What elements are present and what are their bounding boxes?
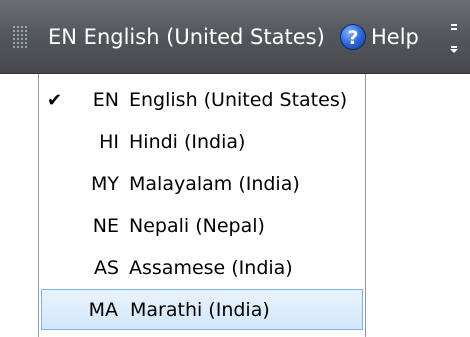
- language-code: MY: [91, 173, 119, 195]
- language-code: EN: [92, 89, 119, 111]
- language-menu-item-ne[interactable]: NE Nepali (Nepal): [41, 206, 363, 247]
- language-name: Malayalam (India): [129, 173, 300, 195]
- language-menu-item-as[interactable]: AS Assamese (India): [41, 248, 363, 289]
- language-name: English (United States): [129, 89, 348, 111]
- language-code: HI: [99, 131, 119, 153]
- help-label: Help: [371, 25, 419, 49]
- current-language-code: EN: [48, 25, 77, 49]
- options-chevron-icon[interactable]: [444, 18, 464, 56]
- current-language-name: English (United States): [83, 25, 325, 49]
- language-name: Marathi (India): [130, 299, 270, 321]
- language-code: NE: [92, 215, 119, 237]
- language-code: AS: [93, 257, 119, 279]
- help-button[interactable]: ? Help: [340, 20, 419, 54]
- current-language-button[interactable]: EN English (United States): [40, 20, 333, 54]
- language-menu-item-my[interactable]: MY Malayalam (India): [41, 164, 363, 205]
- language-menu-item-hi[interactable]: HI Hindi (India): [41, 122, 363, 163]
- language-name: Nepali (Nepal): [129, 215, 265, 237]
- language-menu-item-en[interactable]: ✔ EN English (United States): [41, 80, 363, 121]
- language-name: Hindi (India): [129, 131, 246, 153]
- language-menu: ✔ EN English (United States) HI Hindi (I…: [38, 74, 366, 337]
- grip-dots-icon[interactable]: [12, 25, 28, 49]
- checkmark-icon: ✔: [47, 90, 63, 111]
- help-question-icon: ?: [340, 24, 366, 50]
- language-name: Assamese (India): [129, 257, 293, 279]
- language-menu-item-ma[interactable]: MA Marathi (India): [41, 289, 363, 330]
- language-bar: EN English (United States) ? Help: [0, 0, 470, 74]
- language-code: MA: [88, 299, 118, 321]
